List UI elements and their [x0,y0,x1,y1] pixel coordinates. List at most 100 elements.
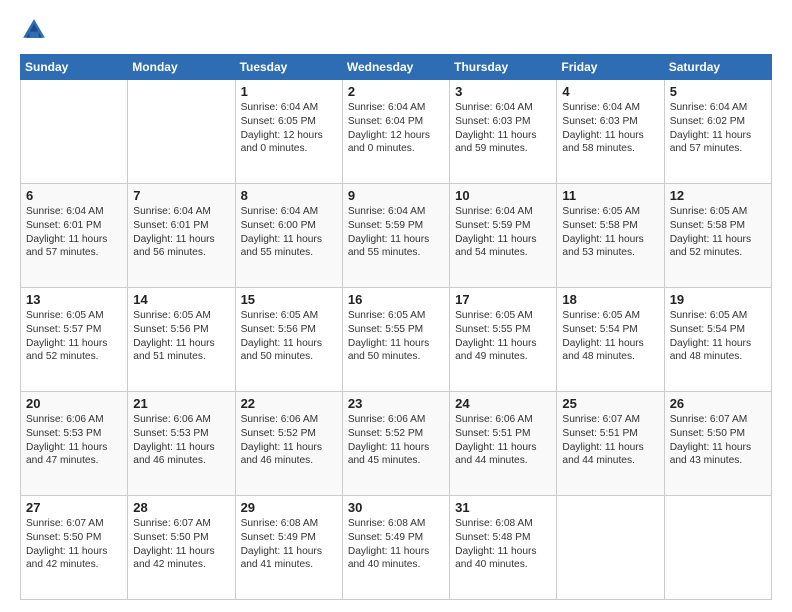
day-number: 18 [562,292,658,307]
cell-info-line: Daylight: 11 hours [562,233,658,247]
cell-info-line: and 0 minutes. [241,142,337,156]
calendar-cell: 7Sunrise: 6:04 AMSunset: 6:01 PMDaylight… [128,184,235,288]
day-number: 28 [133,500,229,515]
day-number: 2 [348,84,444,99]
cell-info-line: Sunrise: 6:07 AM [26,517,122,531]
logo [20,16,52,44]
cell-info-line: Sunrise: 6:06 AM [133,413,229,427]
cell-info-line: and 43 minutes. [670,454,766,468]
calendar-cell: 24Sunrise: 6:06 AMSunset: 5:51 PMDayligh… [450,392,557,496]
cell-info-line: Sunset: 5:54 PM [670,323,766,337]
cell-info-line: Daylight: 11 hours [241,441,337,455]
cell-info-line: and 41 minutes. [241,558,337,572]
day-header-sunday: Sunday [21,55,128,80]
calendar-cell: 8Sunrise: 6:04 AMSunset: 6:00 PMDaylight… [235,184,342,288]
day-number: 30 [348,500,444,515]
cell-info-line: Daylight: 11 hours [133,337,229,351]
calendar-cell [128,80,235,184]
day-number: 10 [455,188,551,203]
day-number: 20 [26,396,122,411]
cell-info-line: Sunset: 5:53 PM [26,427,122,441]
day-number: 11 [562,188,658,203]
cell-info-line: and 46 minutes. [241,454,337,468]
cell-info-line: and 48 minutes. [562,350,658,364]
calendar-cell: 31Sunrise: 6:08 AMSunset: 5:48 PMDayligh… [450,496,557,600]
cell-info-line: Daylight: 11 hours [133,545,229,559]
cell-info-line: and 45 minutes. [348,454,444,468]
cell-info-line: and 53 minutes. [562,246,658,260]
day-number: 15 [241,292,337,307]
day-header-friday: Friday [557,55,664,80]
cell-info-line: Sunrise: 6:04 AM [455,205,551,219]
logo-icon [20,16,48,44]
day-number: 27 [26,500,122,515]
cell-info-line: and 51 minutes. [133,350,229,364]
cell-info-line: Sunrise: 6:05 AM [455,309,551,323]
cell-info-line: and 40 minutes. [455,558,551,572]
cell-info-line: and 40 minutes. [348,558,444,572]
cell-info-line: and 56 minutes. [133,246,229,260]
week-row-3: 13Sunrise: 6:05 AMSunset: 5:57 PMDayligh… [21,288,772,392]
cell-info-line: Sunset: 5:59 PM [348,219,444,233]
cell-info-line: Daylight: 11 hours [670,129,766,143]
day-header-thursday: Thursday [450,55,557,80]
cell-info-line: Sunset: 5:51 PM [562,427,658,441]
cell-info-line: Sunrise: 6:04 AM [26,205,122,219]
cell-info-line: Sunset: 5:50 PM [133,531,229,545]
cell-info-line: Daylight: 11 hours [241,337,337,351]
cell-info-line: Sunrise: 6:06 AM [455,413,551,427]
cell-info-line: Daylight: 11 hours [455,545,551,559]
day-header-wednesday: Wednesday [342,55,449,80]
cell-info-line: Sunrise: 6:06 AM [26,413,122,427]
cell-info-line: and 44 minutes. [455,454,551,468]
cell-info-line: Sunset: 5:55 PM [348,323,444,337]
cell-info-line: Sunrise: 6:04 AM [241,205,337,219]
cell-info-line: and 46 minutes. [133,454,229,468]
day-number: 23 [348,396,444,411]
cell-info-line: Sunset: 6:05 PM [241,115,337,129]
cell-info-line: Sunrise: 6:05 AM [348,309,444,323]
cell-info-line: Daylight: 11 hours [26,545,122,559]
calendar-cell: 9Sunrise: 6:04 AMSunset: 5:59 PMDaylight… [342,184,449,288]
cell-info-line: Sunrise: 6:05 AM [241,309,337,323]
day-header-tuesday: Tuesday [235,55,342,80]
day-header-monday: Monday [128,55,235,80]
day-number: 7 [133,188,229,203]
cell-info-line: Sunset: 5:56 PM [133,323,229,337]
cell-info-line: Sunset: 6:01 PM [133,219,229,233]
cell-info-line: Sunset: 5:56 PM [241,323,337,337]
calendar-cell: 1Sunrise: 6:04 AMSunset: 6:05 PMDaylight… [235,80,342,184]
cell-info-line: Sunrise: 6:06 AM [348,413,444,427]
cell-info-line: and 42 minutes. [26,558,122,572]
calendar-cell [557,496,664,600]
cell-info-line: Sunrise: 6:05 AM [670,309,766,323]
cell-info-line: and 52 minutes. [26,350,122,364]
calendar-cell: 13Sunrise: 6:05 AMSunset: 5:57 PMDayligh… [21,288,128,392]
cell-info-line: Sunset: 6:03 PM [562,115,658,129]
day-number: 12 [670,188,766,203]
cell-info-line: Sunset: 5:52 PM [241,427,337,441]
cell-info-line: Sunrise: 6:07 AM [133,517,229,531]
cell-info-line: Sunrise: 6:05 AM [562,205,658,219]
cell-info-line: Sunset: 5:55 PM [455,323,551,337]
cell-info-line: Sunrise: 6:08 AM [348,517,444,531]
calendar-cell: 15 Sunrise: 6:05 AMSunset: 5:56 PMDayligh… [235,288,342,392]
day-number: 24 [455,396,551,411]
calendar-cell: 6Sunrise: 6:04 AMSunset: 6:01 PMDaylight… [21,184,128,288]
cell-info-line: Daylight: 11 hours [133,233,229,247]
day-number: 1 [241,84,337,99]
calendar-cell: 4Sunrise: 6:04 AMSunset: 6:03 PMDaylight… [557,80,664,184]
cell-info-line: and 47 minutes. [26,454,122,468]
cell-info-line: Sunrise: 6:07 AM [562,413,658,427]
cell-info-line: Sunrise: 6:08 AM [241,517,337,531]
cell-info-line: Sunrise: 6:08 AM [455,517,551,531]
day-number: 6 [26,188,122,203]
cell-info-line: Sunset: 5:54 PM [562,323,658,337]
cell-info-line: Daylight: 11 hours [670,233,766,247]
cell-info-line: Sunset: 6:04 PM [348,115,444,129]
page: SundayMondayTuesdayWednesdayThursdayFrid… [0,0,792,612]
cell-info-line: Daylight: 11 hours [455,129,551,143]
calendar-cell: 17Sunrise: 6:05 AMSunset: 5:55 PMDayligh… [450,288,557,392]
cell-info-line: Daylight: 12 hours [241,129,337,143]
cell-info-line: Sunset: 5:59 PM [455,219,551,233]
